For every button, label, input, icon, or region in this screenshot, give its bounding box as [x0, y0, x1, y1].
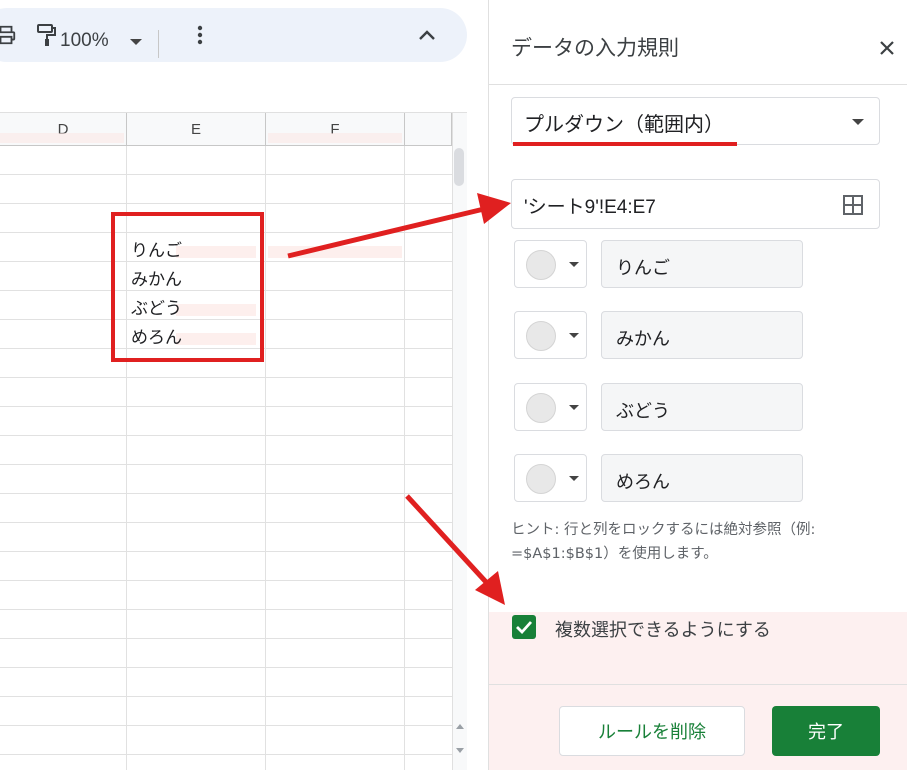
option-color-picker[interactable] [514, 454, 587, 502]
paint-format-icon[interactable] [35, 21, 59, 49]
option-value-input[interactable]: めろん [601, 454, 803, 502]
dropdown-option-row: みかん [489, 311, 907, 359]
column-header-next[interactable] [405, 113, 452, 146]
option-color-picker[interactable] [514, 383, 587, 431]
grid-line [0, 493, 452, 494]
grid-line [0, 754, 452, 755]
scroll-down-arrow-icon[interactable] [456, 748, 464, 753]
option-color-picker[interactable] [514, 240, 587, 288]
grid-line [0, 174, 452, 175]
chevron-down-icon [569, 333, 579, 338]
option-value-input[interactable]: ぶどう [601, 383, 803, 431]
grid-line [0, 406, 452, 407]
zoom-dropdown-icon[interactable] [130, 39, 142, 45]
toolbar: 100% [0, 8, 467, 62]
select-range-grid-icon[interactable] [842, 194, 864, 216]
multi-select-checkbox[interactable] [512, 615, 536, 639]
scroll-up-arrow-icon[interactable] [456, 724, 464, 729]
grid-line [0, 696, 452, 697]
chevron-down-icon [569, 476, 579, 481]
more-vert-icon[interactable] [194, 21, 206, 49]
vertical-scrollbar[interactable] [452, 113, 467, 770]
color-swatch [526, 321, 556, 351]
option-value-input[interactable]: りんご [601, 240, 803, 288]
data-validation-panel: データの入力規則 プルダウン（範囲内） 'シート9'!E4:E7 りんご みかん [488, 0, 907, 770]
column-header-e[interactable]: E [127, 113, 266, 146]
grid-line [0, 522, 452, 523]
criteria-dropdown[interactable]: プルダウン（範囲内） [511, 97, 880, 145]
dropdown-option-row: りんご [489, 240, 907, 288]
scrollbar-thumb[interactable] [454, 148, 464, 186]
header-highlight [268, 133, 402, 143]
grid-line [265, 146, 266, 770]
spreadsheet-area: 100% D E F りんご みかん ぶどう めろん [0, 0, 480, 770]
chevron-down-icon [852, 119, 864, 125]
criteria-value: プルダウン（範囲内） [524, 112, 724, 136]
range-input[interactable]: 'シート9'!E4:E7 [511, 179, 880, 229]
option-color-picker[interactable] [514, 311, 587, 359]
formula-bar[interactable] [0, 72, 467, 113]
print-icon[interactable] [0, 21, 18, 49]
dropdown-option-row: ぶどう [489, 383, 907, 431]
done-button[interactable]: 完了 [772, 706, 880, 756]
grid-line [0, 580, 452, 581]
chevron-down-icon [569, 405, 579, 410]
divider [489, 84, 907, 85]
chevron-down-icon [569, 262, 579, 267]
chevron-up-icon[interactable] [416, 21, 438, 49]
color-swatch [526, 393, 556, 423]
header-highlight [0, 133, 124, 143]
divider [489, 684, 907, 685]
close-icon[interactable] [875, 36, 899, 60]
color-swatch [526, 464, 556, 494]
cell-highlight [268, 246, 402, 258]
grid-line [404, 146, 405, 770]
dropdown-option-row: めろん [489, 454, 907, 502]
annotation-highlight-box [111, 212, 264, 362]
grid-line [0, 725, 452, 726]
multi-select-label[interactable]: 複数選択できるようにする [555, 616, 771, 642]
annotation-underline [513, 142, 737, 146]
grid-line [0, 638, 452, 639]
grid-line [0, 377, 452, 378]
panel-title: データの入力規則 [511, 36, 679, 60]
grid-line [0, 203, 452, 204]
grid-line [0, 435, 452, 436]
option-value-input[interactable]: みかん [601, 311, 803, 359]
zoom-level[interactable]: 100% [60, 30, 109, 52]
remove-rule-button[interactable]: ルールを削除 [559, 706, 745, 756]
color-swatch [526, 250, 556, 280]
hint-text: ヒント: 行と列をロックするには絶対参照（例: =$A$1:$B$1）を使用しま… [511, 522, 816, 562]
grid-line [0, 551, 452, 552]
grid-line [0, 667, 452, 668]
toolbar-divider [158, 30, 159, 58]
grid-line [0, 609, 452, 610]
range-value: 'シート9'!E4:E7 [524, 197, 656, 218]
grid-line [0, 464, 452, 465]
